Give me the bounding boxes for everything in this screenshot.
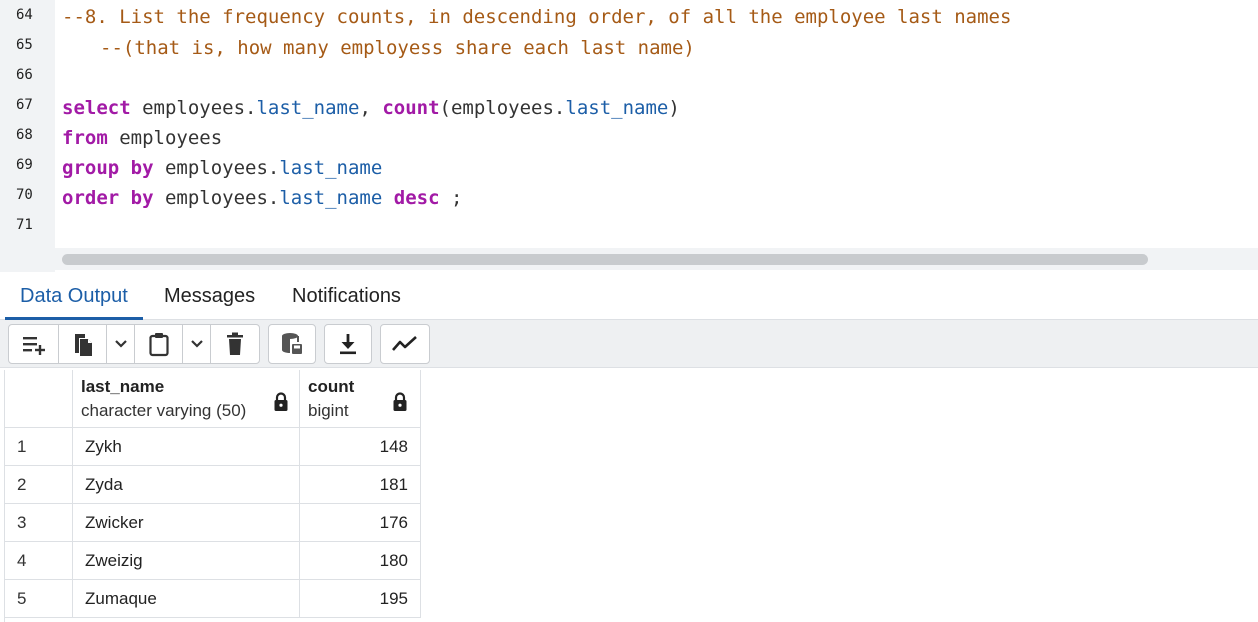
cell-count[interactable]: 195 xyxy=(300,580,421,618)
line-number: 66 xyxy=(16,67,33,83)
code-text: ) xyxy=(668,97,680,119)
add-row-icon xyxy=(22,337,45,355)
query-editor[interactable]: 64 65 66 67 68 69 70 71 --8. List the fr… xyxy=(0,0,1258,272)
row-number[interactable]: 2 xyxy=(5,466,73,504)
code-field: last_name xyxy=(279,157,383,179)
cell-count[interactable]: 180 xyxy=(300,542,421,580)
keyword-select: select xyxy=(62,97,131,119)
code-field: last_name xyxy=(256,97,360,119)
code-field: last_name xyxy=(279,187,383,209)
code-line-comment: --8. List the frequency counts, in desce… xyxy=(62,6,1012,28)
keyword-desc: desc xyxy=(393,187,440,209)
cell-last-name[interactable]: Zumaque xyxy=(73,580,300,618)
keyword-order-by: order by xyxy=(62,187,154,209)
lock-icon xyxy=(274,392,288,411)
line-number: 70 xyxy=(16,187,33,203)
save-data-button[interactable] xyxy=(269,325,315,363)
tab-messages[interactable]: Messages xyxy=(149,274,270,320)
row-number[interactable]: 1 xyxy=(5,428,73,466)
keyword-group-by: group by xyxy=(62,157,154,179)
row-number-header xyxy=(5,370,73,428)
result-grid: last_name character varying (50) count b… xyxy=(4,370,421,622)
copy-options-dropdown[interactable] xyxy=(107,325,135,363)
code-text: , xyxy=(359,97,383,119)
tab-data-output[interactable]: Data Output xyxy=(5,274,143,320)
line-number: 67 xyxy=(16,97,33,113)
copy-button[interactable] xyxy=(59,325,107,363)
row-number[interactable]: 3 xyxy=(5,504,73,542)
line-number: 69 xyxy=(16,157,33,173)
add-row-button[interactable] xyxy=(9,325,59,363)
edit-button-group xyxy=(8,324,260,364)
download-group xyxy=(324,324,372,364)
cell-last-name[interactable]: Zyda xyxy=(73,466,300,504)
paste-button[interactable] xyxy=(135,325,183,363)
output-tabs: Data Output Messages Notifications xyxy=(0,274,1258,320)
column-name: last_name xyxy=(81,377,165,396)
column-header-last-name[interactable]: last_name character varying (50) xyxy=(73,370,300,428)
code-field: last_name xyxy=(565,97,669,119)
graph-visualiser-button[interactable] xyxy=(381,325,429,363)
chevron-down-icon xyxy=(114,340,127,348)
cell-count[interactable]: 176 xyxy=(300,504,421,542)
code-text: employees. xyxy=(130,97,257,119)
line-number: 68 xyxy=(16,127,33,143)
cell-last-name[interactable]: Zweizig xyxy=(73,542,300,580)
line-number-gutter: 64 65 66 67 68 69 70 71 xyxy=(0,0,55,272)
keyword-from: from xyxy=(62,127,108,149)
line-number: 71 xyxy=(16,217,33,233)
delete-button[interactable] xyxy=(211,325,259,363)
paste-icon xyxy=(148,333,169,357)
line-number: 64 xyxy=(16,7,33,23)
graph-visualiser-group xyxy=(380,324,430,364)
code-text: employees. xyxy=(153,157,280,179)
cell-count[interactable]: 181 xyxy=(300,466,421,504)
column-type: bigint xyxy=(308,401,349,420)
code-text: employees xyxy=(107,127,223,149)
delete-icon xyxy=(227,332,243,355)
keyword-count: count xyxy=(382,97,440,119)
code-line-order-by: order by employees.last_name desc ; xyxy=(62,187,462,209)
chevron-down-icon xyxy=(190,340,203,348)
code-text: (employees. xyxy=(439,97,566,119)
code-line-group-by: group by employees.last_name xyxy=(62,157,382,179)
download-button[interactable] xyxy=(325,325,371,363)
graph-icon xyxy=(392,336,417,351)
tab-notifications[interactable]: Notifications xyxy=(277,274,416,320)
column-name: count xyxy=(308,377,355,396)
column-type: character varying (50) xyxy=(81,401,247,420)
cell-last-name[interactable]: Zwicker xyxy=(73,504,300,542)
line-number: 65 xyxy=(16,37,33,53)
paste-options-dropdown[interactable] xyxy=(183,325,211,363)
cell-count[interactable]: 148 xyxy=(300,428,421,466)
code-line-select: select employees.last_name, count(employ… xyxy=(62,97,680,119)
code-text: employees. xyxy=(153,187,280,209)
code-line-from: from employees xyxy=(62,127,222,149)
column-header-count[interactable]: count bigint xyxy=(300,370,421,428)
download-icon xyxy=(340,334,356,355)
row-number[interactable]: 5 xyxy=(5,580,73,618)
scrollbar-thumb[interactable] xyxy=(62,254,1148,265)
data-output-toolbar xyxy=(0,320,1258,368)
code-text: ; xyxy=(439,187,463,209)
code-line-comment: --(that is, how many employess share eac… xyxy=(100,37,695,59)
cell-last-name[interactable]: Zykh xyxy=(73,428,300,466)
save-data-icon xyxy=(282,333,302,354)
lock-icon xyxy=(393,392,407,411)
copy-icon xyxy=(74,334,92,356)
save-data-group xyxy=(268,324,316,364)
row-number[interactable]: 4 xyxy=(5,542,73,580)
